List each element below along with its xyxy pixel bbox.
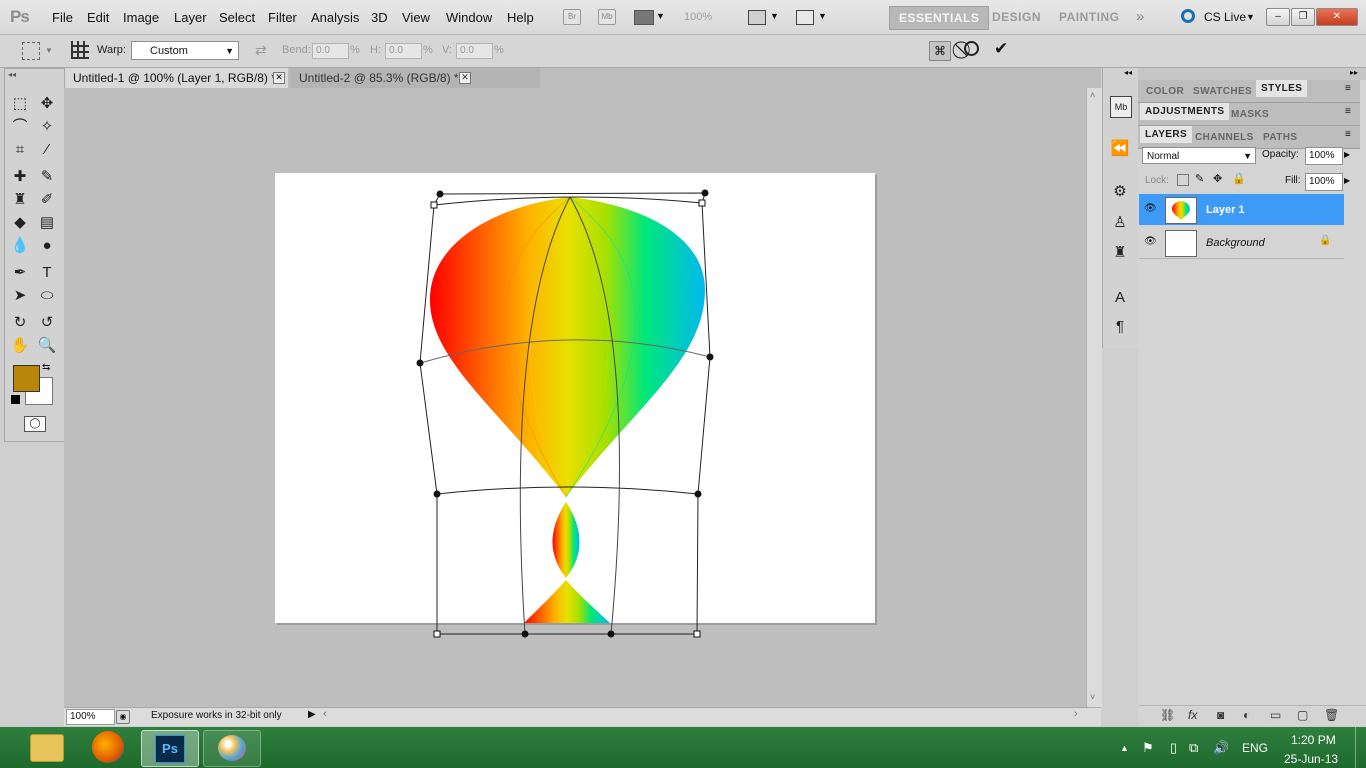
layer-style-fx-icon[interactable]: fx bbox=[1188, 708, 1197, 722]
chevron-down-icon: ▼ bbox=[1243, 151, 1252, 161]
tab-adjustments[interactable]: ADJUSTMENTS bbox=[1140, 103, 1230, 120]
lock-label: Lock: bbox=[1145, 175, 1169, 186]
zoom-input[interactable]: 100% bbox=[66, 709, 115, 725]
paragraph-panel-icon[interactable]: ¶ bbox=[1110, 317, 1130, 337]
fill-input[interactable]: 100% bbox=[1305, 173, 1343, 191]
status-options-icon[interactable]: ◉ bbox=[116, 710, 130, 724]
layer-name: Background bbox=[1206, 237, 1265, 249]
mini-bridge-panel-icon[interactable]: Mb bbox=[1110, 96, 1132, 118]
delete-layer-icon[interactable]: 🗑 bbox=[1324, 708, 1339, 722]
visibility-eye-icon[interactable]: 👁 bbox=[1144, 203, 1157, 214]
fill-label: Fill: bbox=[1285, 175, 1301, 186]
blend-mode-value: Normal bbox=[1147, 151, 1180, 162]
link-layers-icon[interactable]: ⛓ bbox=[1160, 708, 1175, 722]
tab-layers[interactable]: LAYERS bbox=[1140, 126, 1193, 143]
tab-color[interactable]: COLOR bbox=[1146, 83, 1184, 100]
tab-swatches[interactable]: SWATCHES bbox=[1193, 83, 1252, 100]
new-group-icon[interactable]: ▭ bbox=[1270, 708, 1281, 722]
volume-icon[interactable]: 🔊 bbox=[1213, 740, 1229, 756]
character-panel-icon[interactable]: A bbox=[1110, 288, 1130, 308]
lock-transparency-icon[interactable] bbox=[1177, 174, 1189, 186]
tool-presets-icon[interactable]: ⚙ bbox=[1110, 182, 1130, 202]
lock-all-icon[interactable]: 🔒 bbox=[1232, 172, 1246, 185]
show-hidden-icons-icon[interactable]: ▲ bbox=[1120, 743, 1129, 753]
scroll-up-icon[interactable]: ˄ bbox=[1090, 90, 1095, 100]
scroll-down-icon[interactable]: ˅ bbox=[1090, 692, 1095, 702]
add-mask-icon[interactable]: ◙ bbox=[1217, 708, 1224, 722]
panel-menu-icon[interactable]: ≡ bbox=[1345, 129, 1351, 140]
panel-dock-header bbox=[1138, 68, 1366, 80]
right-panels bbox=[1138, 68, 1366, 725]
file-explorer-icon[interactable] bbox=[30, 734, 64, 762]
new-layer-icon[interactable]: ▢ bbox=[1297, 708, 1308, 722]
lock-pixels-icon[interactable]: ✎ bbox=[1195, 172, 1204, 185]
clock-date[interactable]: 25-Jun-13 bbox=[1284, 752, 1338, 766]
layer-thumbnail bbox=[1165, 197, 1197, 224]
clone-source-icon[interactable]: ♙ bbox=[1110, 213, 1130, 233]
layer-row-layer-1[interactable]: 👁 Layer 1 bbox=[1139, 194, 1344, 225]
scroll-left-icon[interactable]: ‹ bbox=[323, 708, 327, 720]
panel-menu-icon[interactable]: ≡ bbox=[1345, 83, 1351, 94]
status-info-text: Exposure works in 32-bit only bbox=[151, 710, 282, 721]
photoshop-taskbar-icon: Ps bbox=[155, 735, 185, 763]
lock-icon: 🔒 bbox=[1319, 235, 1332, 246]
show-desktop-button[interactable] bbox=[1355, 727, 1366, 768]
action-center-icon[interactable]: ⚑ bbox=[1142, 740, 1154, 756]
brush-presets-icon[interactable]: ♜ bbox=[1110, 243, 1130, 263]
collapse-icon[interactable]: ◂◂ bbox=[1124, 68, 1132, 77]
paint-palette-icon bbox=[218, 735, 246, 761]
layer-thumbnail bbox=[1165, 230, 1197, 257]
taskbar-paint[interactable] bbox=[203, 730, 261, 767]
taskbar-photoshop[interactable]: Ps bbox=[141, 730, 199, 767]
network-icon[interactable]: ⧉ bbox=[1189, 740, 1198, 756]
input-language[interactable]: ENG bbox=[1242, 741, 1268, 755]
opacity-input[interactable]: 100% bbox=[1305, 147, 1343, 165]
opacity-slider-arrow-icon[interactable]: ▶ bbox=[1344, 150, 1350, 159]
status-menu-arrow-icon[interactable]: ▶ bbox=[308, 709, 316, 720]
visibility-eye-icon[interactable]: 👁 bbox=[1144, 236, 1157, 247]
tab-styles[interactable]: STYLES bbox=[1256, 80, 1308, 97]
clock-time[interactable]: 1:20 PM bbox=[1291, 733, 1336, 747]
opacity-label: Opacity: bbox=[1262, 149, 1299, 160]
history-panel-icon[interactable]: ⏪ bbox=[1110, 139, 1130, 159]
expand-icon[interactable]: ▸▸ bbox=[1350, 68, 1358, 77]
battery-icon[interactable]: ▯ bbox=[1170, 740, 1177, 756]
vertical-scrollbar[interactable]: ˄ ˅ bbox=[1086, 88, 1102, 707]
fill-slider-arrow-icon[interactable]: ▶ bbox=[1344, 176, 1350, 185]
lock-position-icon[interactable]: ✥ bbox=[1213, 172, 1222, 185]
tab-masks[interactable]: MASKS bbox=[1231, 106, 1269, 123]
firefox-icon[interactable] bbox=[92, 731, 124, 763]
tab-paths[interactable]: PATHS bbox=[1263, 129, 1297, 146]
adjustment-layer-icon[interactable]: ◐ bbox=[1243, 708, 1250, 722]
balloon-thumbnail-icon bbox=[1172, 201, 1190, 220]
panel-menu-icon[interactable]: ≡ bbox=[1345, 106, 1351, 117]
blend-mode-select[interactable]: Normal ▼ bbox=[1142, 147, 1256, 164]
tab-channels[interactable]: CHANNELS bbox=[1195, 129, 1254, 146]
scroll-right-icon[interactable]: › bbox=[1074, 708, 1078, 720]
layer-row-background[interactable]: 👁 Background 🔒 bbox=[1139, 227, 1344, 259]
layer-name: Layer 1 bbox=[1206, 204, 1245, 216]
